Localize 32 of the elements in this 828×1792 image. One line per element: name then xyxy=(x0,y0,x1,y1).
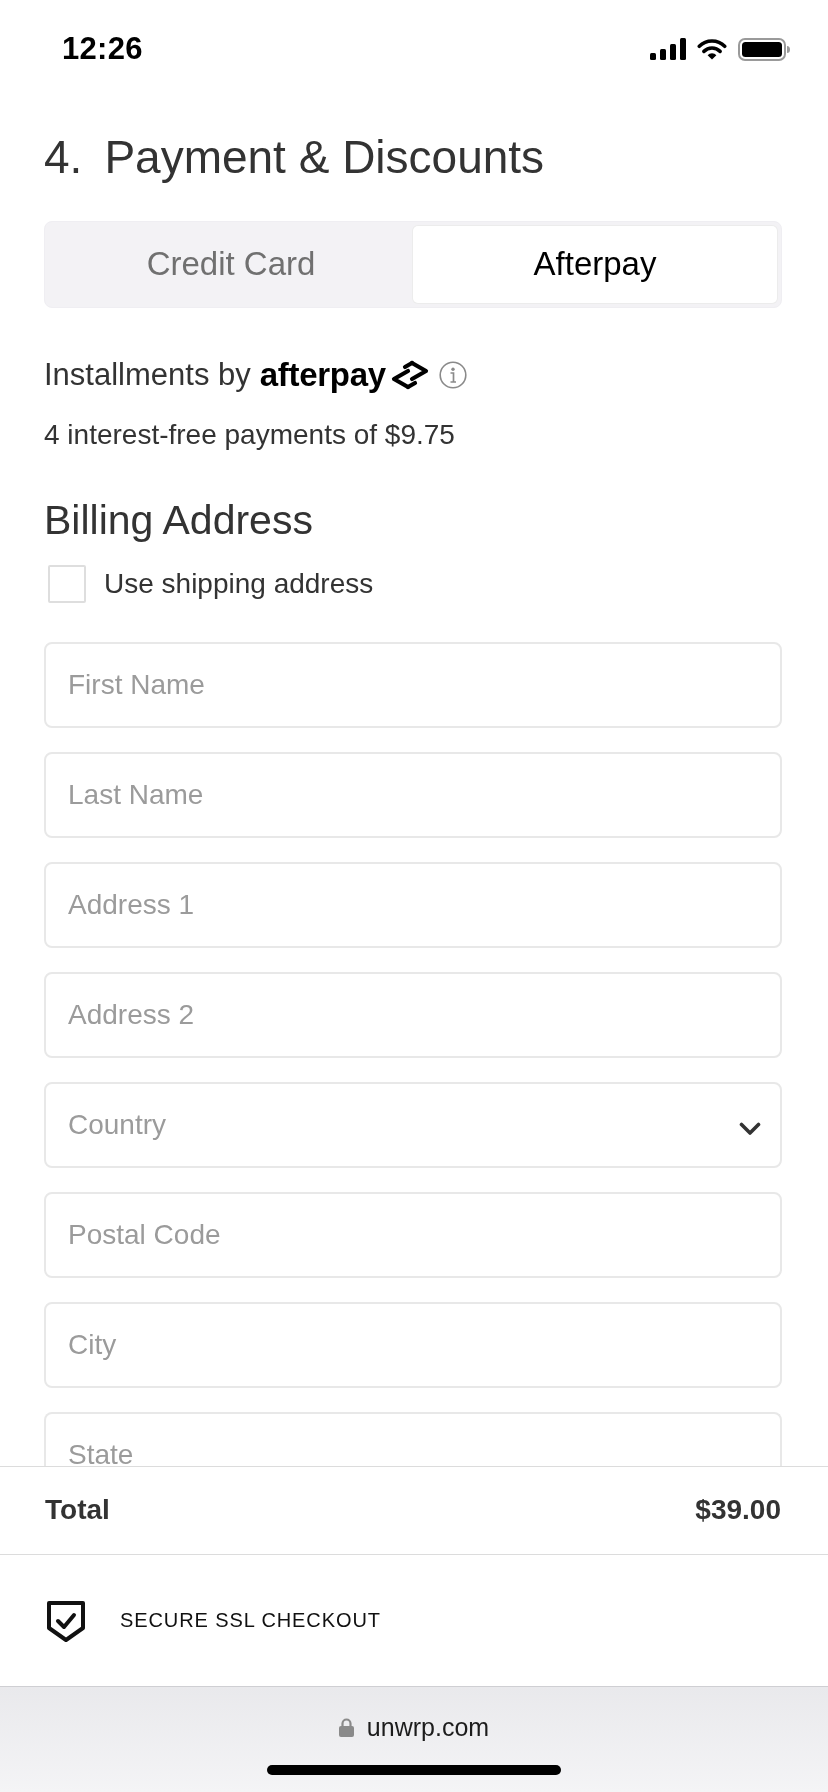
installments-label: Installments by xyxy=(44,357,251,393)
info-icon[interactable] xyxy=(438,360,467,389)
home-indicator[interactable] xyxy=(267,1765,561,1775)
payment-tab[interactable]: Credit Card xyxy=(49,225,413,303)
battery-icon xyxy=(738,37,790,61)
step-number: 4. xyxy=(44,131,83,184)
double-chevron-icon xyxy=(390,359,429,390)
wifi-icon xyxy=(697,38,727,60)
brand-name: afterpay xyxy=(259,355,387,394)
signal-icon xyxy=(650,38,686,60)
security-note: SECURE SSL CHECKOUT xyxy=(120,1609,381,1632)
status-time: 12:26 xyxy=(62,31,143,67)
input-field[interactable]: Address 1 xyxy=(44,862,782,949)
url-text[interactable]: unwrp.com xyxy=(366,1712,490,1742)
installments-summary: 4 interest-free payments of $9.75 xyxy=(44,418,456,452)
checkbox[interactable] xyxy=(48,565,86,604)
lock-icon xyxy=(338,1717,354,1737)
total-amount: $39.00 xyxy=(695,1494,781,1527)
section-heading: Billing Address xyxy=(44,497,314,545)
input-field[interactable]: Last Name xyxy=(44,752,782,839)
page-title: Payment & Discounts xyxy=(104,131,545,184)
select-field[interactable]: Country xyxy=(44,1082,782,1169)
checkbox-label[interactable]: Use shipping address xyxy=(104,568,374,601)
payment-tab[interactable]: Afterpay xyxy=(413,225,777,303)
shield-check-icon xyxy=(46,1598,86,1643)
input-field[interactable]: First Name xyxy=(44,642,782,729)
total-label: Total xyxy=(45,1494,110,1527)
input-field[interactable]: State xyxy=(44,1412,782,1466)
input-field[interactable]: Address 2 xyxy=(44,972,782,1059)
input-field[interactable]: City xyxy=(44,1302,782,1389)
input-field[interactable]: Postal Code xyxy=(44,1192,782,1279)
chevron-down-icon xyxy=(739,1122,761,1137)
